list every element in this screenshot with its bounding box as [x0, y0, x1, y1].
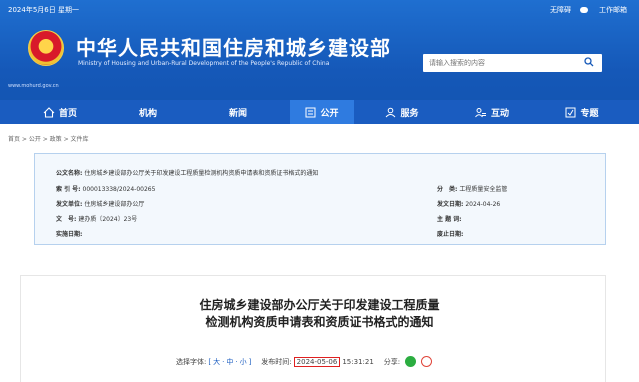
current-date: 2024年5月6日 星期一: [8, 6, 79, 14]
share-label: 分享:: [383, 357, 401, 366]
weibo-share-icon[interactable]: [421, 356, 433, 367]
nav-interact[interactable]: 互动: [450, 100, 534, 124]
publish-time: 15:31:21: [342, 357, 374, 366]
accessibility-link[interactable]: 无障碍: [550, 5, 571, 15]
index-row: 索 引 号: 000013338/2024-00265: [56, 186, 156, 193]
nav-org[interactable]: 机构: [106, 100, 190, 124]
nav-label: 机构: [138, 108, 157, 119]
issuer-row: 发文单位: 住房城乡建设部办公厅: [56, 201, 145, 208]
breadcrumb[interactable]: 首页 > 公开 > 政策 > 文件库: [8, 134, 89, 143]
font-medium-button[interactable]: 中: [226, 357, 233, 367]
top-strip: 2024年5月6日 星期一 无障碍 工作邮箱: [0, 0, 639, 20]
nav-topics[interactable]: 专题: [540, 100, 624, 124]
article-title-line2: 检测机构资质申请表和资质证书格式的通知: [205, 315, 434, 329]
main-nav: 首页 机构 新闻 公开 服务 互动 专题: [0, 100, 639, 124]
nav-label: 互动: [490, 108, 509, 119]
doc-name-row: 公文名称: 住房城乡建设部办公厅关于印发建设工程质量检测机构资质申请表和资质证书…: [56, 170, 319, 177]
expiry-date-row: 废止日期:: [437, 231, 464, 238]
subject-row: 主 题 词:: [437, 216, 462, 223]
category-row: 分 类: 工程质量安全监管: [437, 186, 508, 193]
publish-date: 2024-05-06: [293, 356, 341, 367]
search-icon[interactable]: [584, 57, 594, 67]
doc-name: 住房城乡建设部办公厅关于印发建设工程质量检测机构资质申请表和资质证书格式的通知: [84, 170, 319, 177]
badge-icon: [565, 107, 576, 117]
nav-label: 首页: [58, 108, 77, 119]
chat-icon: [580, 7, 588, 13]
issue-date-value: 2024-04-26: [465, 201, 501, 208]
article-meta: 选择字体: [ 大 · 中 · 小 ] 发布时间: 2024-05-06 15:…: [176, 356, 433, 367]
nav-label: 服务: [400, 108, 419, 119]
font-large-button[interactable]: 大: [213, 357, 220, 367]
nav-label: 公开: [320, 108, 339, 119]
search-input[interactable]: [429, 59, 569, 67]
people-icon: [475, 107, 486, 117]
nav-label: 专题: [580, 108, 599, 119]
doc-no-row: 文 号: 建办质〔2024〕23号: [56, 216, 138, 223]
nav-public[interactable]: 公开: [290, 100, 354, 124]
person-icon: [386, 107, 396, 117]
nav-service[interactable]: 服务: [360, 100, 444, 124]
nav-home[interactable]: 首页: [20, 100, 100, 124]
nav-news[interactable]: 新闻: [196, 100, 280, 124]
font-small-button[interactable]: 小: [240, 357, 247, 367]
issue-date-row: 发文日期: 2024-04-26: [437, 201, 501, 208]
font-size-label: 选择字体:: [176, 357, 207, 366]
category-value: 工程质量安全监管: [459, 186, 508, 193]
document-icon: [305, 107, 316, 117]
work-email-link[interactable]: 工作邮箱: [599, 5, 627, 15]
publish-label: 发布时间:: [261, 357, 292, 366]
nav-label: 新闻: [228, 108, 247, 119]
site-title-en: Ministry of Housing and Urban-Rural Deve…: [78, 60, 330, 67]
wechat-share-icon[interactable]: [405, 356, 417, 367]
effective-date-row: 实施日期:: [56, 231, 83, 238]
index-value: 000013338/2024-00265: [82, 186, 156, 193]
home-icon: [43, 106, 55, 118]
site-title-cn[interactable]: 中华人民共和国住房和城乡建设部: [76, 32, 391, 61]
issuer-value: 住房城乡建设部办公厅: [84, 201, 145, 208]
search-box: [423, 54, 602, 72]
national-emblem-logo[interactable]: [28, 30, 64, 66]
doc-no-value: 建办质〔2024〕23号: [78, 216, 138, 223]
site-url: www.mohurd.gov.cn: [8, 83, 59, 89]
article-title-line1: 住房城乡建设部办公厅关于印发建设工程质量: [199, 298, 440, 312]
